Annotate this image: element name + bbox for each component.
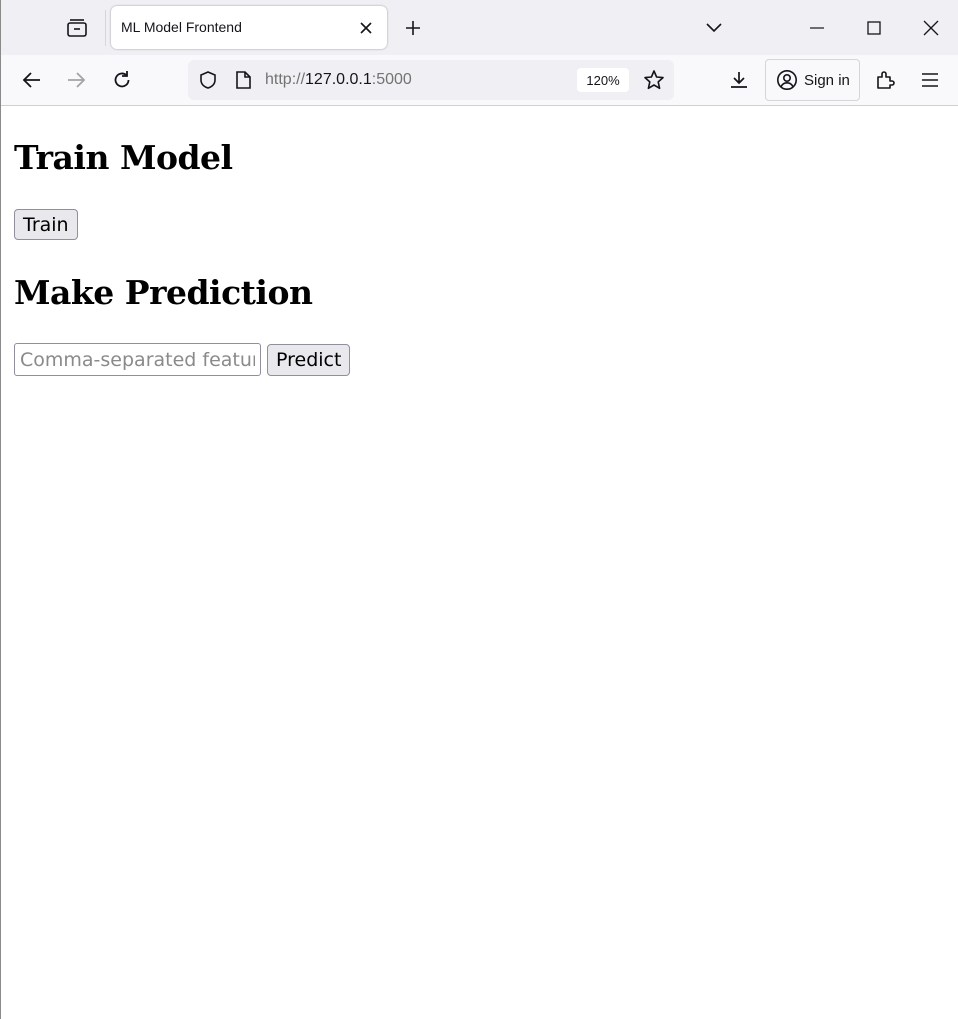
tab-list-icon[interactable]	[61, 12, 93, 44]
tab-title: ML Model Frontend	[121, 19, 242, 35]
extensions-icon[interactable]	[869, 64, 901, 96]
star-icon[interactable]	[643, 69, 665, 95]
url-port: :5000	[371, 71, 412, 88]
sign-in-button[interactable]: Sign in	[765, 59, 860, 101]
url-scheme: http://	[265, 71, 306, 88]
url-bar[interactable]: http://127.0.0.1:5000 120%	[188, 60, 674, 100]
page-icon[interactable]	[234, 70, 252, 94]
reload-icon[interactable]	[106, 64, 138, 96]
features-input[interactable]	[14, 343, 261, 376]
predict-button[interactable]: Predict	[267, 344, 351, 376]
account-icon	[776, 69, 798, 91]
tab-divider	[105, 10, 106, 46]
close-window-icon[interactable]	[908, 4, 954, 52]
nav-bar: http://127.0.0.1:5000 120% Sign in	[1, 55, 958, 106]
forward-icon[interactable]	[60, 64, 92, 96]
zoom-badge[interactable]: 120%	[577, 68, 629, 92]
download-icon[interactable]	[723, 64, 755, 96]
predict-heading: Make Prediction	[14, 273, 313, 312]
back-icon[interactable]	[16, 64, 48, 96]
maximize-icon[interactable]	[851, 4, 897, 52]
url-host: 127.0.0.1	[305, 71, 372, 88]
sign-in-label: Sign in	[804, 71, 850, 89]
tab-strip: ML Model Frontend	[1, 0, 958, 55]
train-button[interactable]: Train	[14, 209, 78, 240]
minimize-icon[interactable]	[794, 4, 840, 52]
menu-icon[interactable]	[914, 64, 946, 96]
shield-icon[interactable]	[198, 70, 218, 94]
train-heading: Train Model	[14, 138, 233, 177]
close-tab-icon[interactable]	[351, 13, 381, 43]
chevron-down-icon[interactable]	[698, 12, 730, 44]
tab-active[interactable]: ML Model Frontend	[111, 6, 387, 49]
url-text[interactable]: http://127.0.0.1:5000	[265, 71, 412, 89]
new-tab-icon[interactable]	[397, 12, 429, 44]
